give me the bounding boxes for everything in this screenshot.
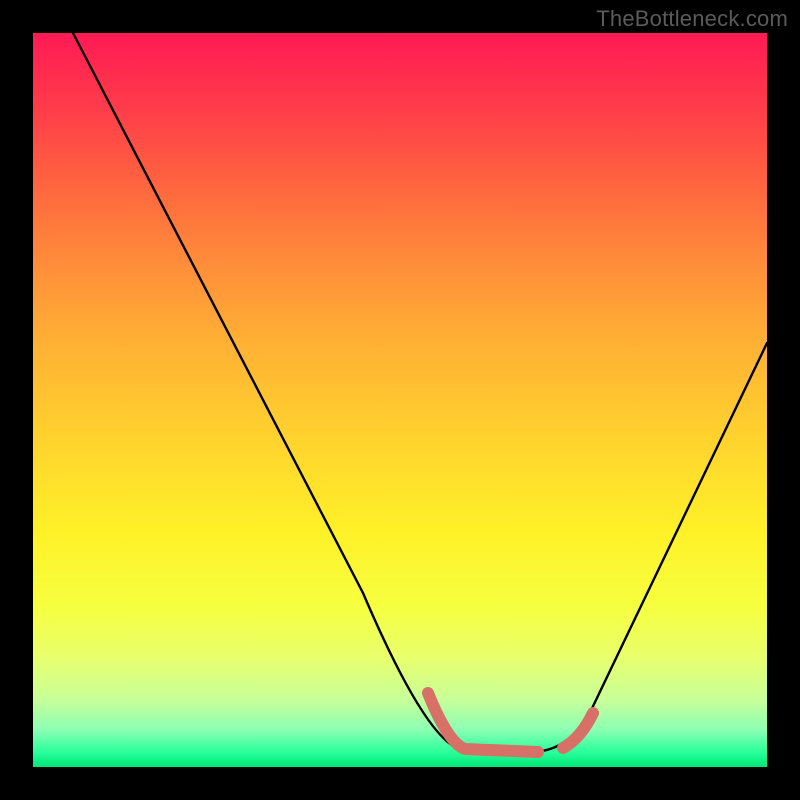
chart-plot-area [33, 33, 767, 767]
watermark-text: TheBottleneck.com [596, 6, 788, 32]
chart-highlight-left [428, 693, 538, 752]
chart-highlight-right [563, 713, 593, 748]
chart-svg [33, 33, 767, 767]
chart-curve [73, 33, 767, 752]
chart-frame: TheBottleneck.com [0, 0, 800, 800]
